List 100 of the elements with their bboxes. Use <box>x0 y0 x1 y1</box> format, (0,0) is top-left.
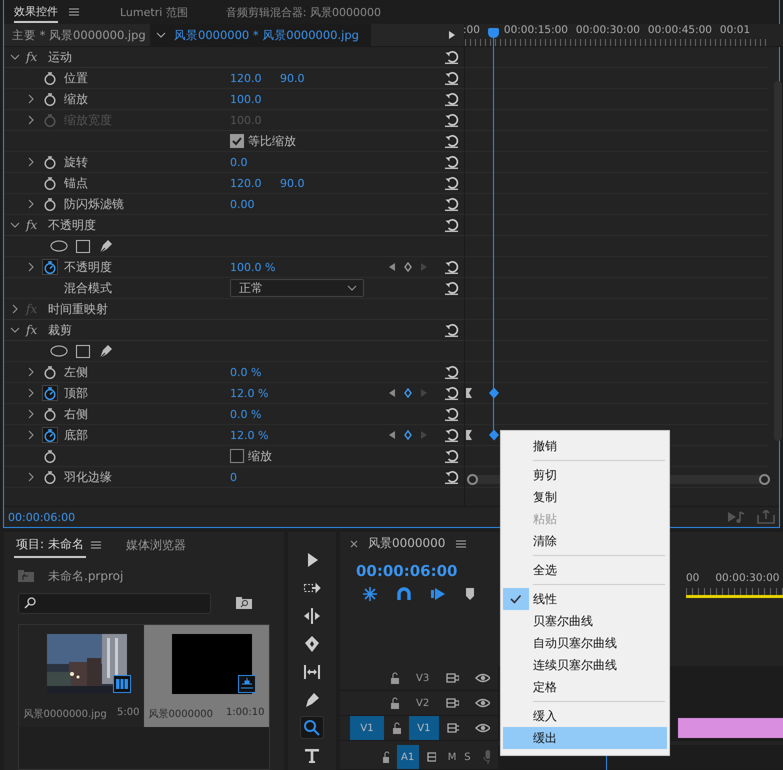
stopwatch-icon[interactable] <box>42 196 58 212</box>
menu-item[interactable]: 缓入 <box>503 705 667 727</box>
eye-icon[interactable] <box>474 698 490 708</box>
menu-icon[interactable] <box>455 538 468 549</box>
sync-lock-icon[interactable] <box>446 722 460 734</box>
stopwatch-icon[interactable] <box>42 70 58 86</box>
eye-icon[interactable] <box>475 723 490 733</box>
work-area-bar[interactable] <box>686 594 783 598</box>
reset-icon[interactable] <box>444 260 459 274</box>
menu-item[interactable]: 线性 <box>503 588 667 610</box>
value-field[interactable]: 0.0 <box>230 156 280 168</box>
nest-insert-icon[interactable] <box>362 586 378 602</box>
menu-item[interactable]: 撤销 <box>503 435 667 457</box>
ellipse-mask-icon[interactable] <box>50 240 68 252</box>
stopwatch-icon[interactable] <box>42 364 58 380</box>
reset-icon[interactable] <box>444 50 459 64</box>
value-field[interactable]: 0.00 <box>230 198 280 210</box>
lock-icon[interactable] <box>390 697 400 709</box>
chevron-icon[interactable] <box>26 157 36 167</box>
value-field[interactable]: 120.0 <box>230 72 280 84</box>
project-item[interactable]: 风景0000000 1:00:10 <box>144 625 269 727</box>
stopwatch-icon[interactable] <box>42 469 58 485</box>
menu-item[interactable]: 剪切 <box>503 464 667 486</box>
search-field[interactable] <box>18 592 211 614</box>
stopwatch-icon[interactable] <box>42 175 58 191</box>
magnet-icon[interactable] <box>396 586 412 602</box>
stopwatch-on-icon[interactable] <box>42 385 58 401</box>
sync-lock-icon[interactable] <box>446 672 459 684</box>
menu-icon[interactable] <box>90 540 102 550</box>
previous-keyframe-button[interactable] <box>388 430 396 440</box>
previous-keyframe-button[interactable] <box>388 262 396 272</box>
reset-icon[interactable] <box>444 71 459 85</box>
reset-icon[interactable] <box>444 281 459 295</box>
lock-icon[interactable] <box>390 672 400 684</box>
ellipse-mask-icon[interactable] <box>50 345 68 357</box>
reset-icon[interactable] <box>444 365 459 379</box>
add-keyframe-button[interactable] <box>403 430 413 440</box>
chevron-icon[interactable] <box>10 220 20 230</box>
value-field[interactable]: 100.0 <box>230 92 280 106</box>
menu-item[interactable]: 复制 <box>503 486 667 508</box>
sequence-clip-tab[interactable]: 风景0000000 * 风景0000000.jpg <box>150 24 371 46</box>
rectangle-mask-icon[interactable] <box>76 240 90 252</box>
reset-icon[interactable] <box>444 323 459 337</box>
clip[interactable] <box>678 718 783 738</box>
current-timecode[interactable]: 00:00:06:00 <box>8 510 76 524</box>
reset-icon[interactable] <box>444 218 459 232</box>
source-patch[interactable]: V1 <box>350 716 384 740</box>
value-field[interactable]: 0.0 % <box>230 408 280 420</box>
project-item[interactable]: 风景0000000.jpg 5:00 <box>19 625 144 727</box>
panel-tab[interactable]: 音频剪辑混合器: 风景0000000 <box>226 2 381 22</box>
reset-icon[interactable] <box>444 176 459 190</box>
previous-keyframe-button[interactable] <box>388 388 396 398</box>
marker-icon[interactable] <box>464 586 476 601</box>
checkbox[interactable] <box>230 134 244 148</box>
menu-item[interactable]: 贝塞尔曲线 <box>503 610 667 632</box>
menu-item[interactable]: 连续贝塞尔曲线 <box>503 654 667 676</box>
value-field[interactable]: 120.0 <box>230 176 280 190</box>
chevron-icon[interactable] <box>26 367 36 377</box>
value-field[interactable]: 12.0 % <box>230 386 280 400</box>
timeline-ruler[interactable]: 00 00:00:30:00 <box>686 556 783 666</box>
solo-button[interactable]: S <box>460 752 476 762</box>
track-target[interactable]: V2 <box>408 691 438 715</box>
reset-icon[interactable] <box>444 407 459 421</box>
lock-icon[interactable] <box>382 751 389 763</box>
track-target[interactable]: V1 <box>409 716 438 740</box>
linked-selection-icon[interactable] <box>430 586 446 602</box>
time-ruler[interactable]: :00 00:00:15:00 00:00:30:00 00:00:45:00 00:01 <box>465 24 783 47</box>
reset-icon[interactable] <box>444 449 459 463</box>
stopwatch-icon[interactable] <box>42 448 58 464</box>
menu-item[interactable]: 全选 <box>503 559 667 581</box>
menu-item[interactable]: 定格 <box>503 676 667 698</box>
value-field[interactable]: 90.0 <box>280 72 330 84</box>
eye-icon[interactable] <box>474 673 490 683</box>
reset-icon[interactable] <box>444 134 459 148</box>
vertical-scrollbar[interactable] <box>774 81 782 441</box>
stopwatch-icon[interactable] <box>42 406 58 422</box>
value-field[interactable]: 90.0 <box>280 176 330 190</box>
fx-toggle[interactable]: fx <box>26 218 44 232</box>
value-field[interactable]: 0 <box>230 470 280 484</box>
chevron-icon[interactable] <box>10 304 20 314</box>
stopwatch-icon[interactable] <box>42 91 58 107</box>
pen-mask-icon[interactable] <box>98 238 114 254</box>
chevron-icon[interactable] <box>10 325 20 335</box>
reset-icon[interactable] <box>444 386 459 400</box>
chevron-icon[interactable] <box>10 52 20 62</box>
add-keyframe-button[interactable] <box>403 388 413 398</box>
stopwatch-icon[interactable] <box>42 154 58 170</box>
keyframe-diamond[interactable] <box>488 429 500 441</box>
menu-icon[interactable] <box>68 7 80 17</box>
keyframe-diamond[interactable] <box>488 387 500 399</box>
sync-lock-icon[interactable] <box>446 697 459 709</box>
track-target[interactable]: V3 <box>408 666 438 690</box>
chevron-icon[interactable] <box>26 262 36 272</box>
menu-item[interactable]: 缓出 <box>503 727 667 749</box>
reset-icon[interactable] <box>444 470 459 484</box>
pen-mask-icon[interactable] <box>98 343 114 359</box>
sequence-tab[interactable]: 风景0000000 <box>368 535 446 552</box>
zoom-tool-icon[interactable] <box>300 716 324 739</box>
track-target[interactable]: A1 <box>396 745 419 769</box>
fx-toggle[interactable]: fx <box>26 323 44 337</box>
